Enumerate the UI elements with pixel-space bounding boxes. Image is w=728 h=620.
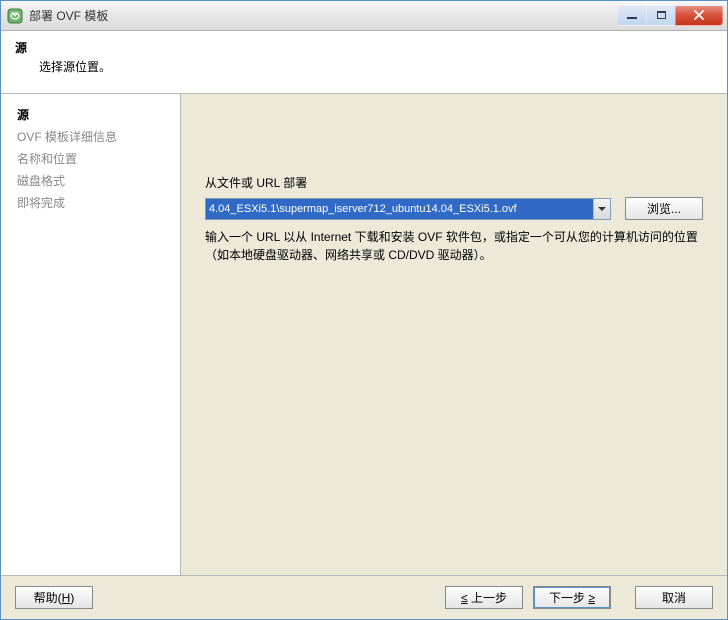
step-subtitle: 选择源位置。: [15, 58, 713, 75]
nav-step-source[interactable]: 源: [13, 104, 180, 126]
source-url-combobox[interactable]: 4.04_ESXi5.1\supermap_iserver712_ubuntu1…: [205, 198, 611, 220]
content-panel: 从文件或 URL 部署 4.04_ESXi5.1\supermap_iserve…: [181, 94, 727, 575]
main-area: 源 OVF 模板详细信息 名称和位置 磁盘格式 即将完成 从文件或 URL 部署…: [1, 94, 727, 575]
nav-step-disk-format[interactable]: 磁盘格式: [13, 170, 180, 192]
help-button[interactable]: 帮助(H): [15, 586, 93, 609]
wizard-steps-nav: 源 OVF 模板详细信息 名称和位置 磁盘格式 即将完成: [1, 94, 181, 575]
window-controls: [618, 6, 723, 26]
source-url-value[interactable]: 4.04_ESXi5.1\supermap_iserver712_ubuntu1…: [206, 199, 593, 219]
browse-button[interactable]: 浏览...: [625, 197, 703, 220]
nav-step-ready-complete[interactable]: 即将完成: [13, 192, 180, 214]
url-row: 4.04_ESXi5.1\supermap_iserver712_ubuntu1…: [205, 197, 703, 220]
chevron-down-icon: [598, 207, 606, 211]
wizard-footer: 帮助(H) ≤ 上一步 下一步 ≥ 取消: [1, 575, 727, 619]
wizard-header: 源 选择源位置。: [1, 31, 727, 94]
vsphere-icon: [7, 8, 23, 24]
titlebar[interactable]: 部署 OVF 模板: [1, 1, 727, 31]
nav-step-name-location[interactable]: 名称和位置: [13, 148, 180, 170]
source-help-text: 输入一个 URL 以从 Internet 下载和安装 OVF 软件包，或指定一个…: [205, 228, 703, 264]
cancel-button[interactable]: 取消: [635, 586, 713, 609]
source-url-dropdown-button[interactable]: [593, 199, 610, 219]
close-button[interactable]: [675, 6, 723, 26]
deploy-from-label: 从文件或 URL 部署: [205, 174, 703, 191]
back-button[interactable]: ≤ 上一步: [445, 586, 523, 609]
step-title: 源: [15, 39, 713, 56]
window-title: 部署 OVF 模板: [29, 7, 618, 24]
maximize-button[interactable]: [646, 6, 676, 26]
nav-step-ovf-details[interactable]: OVF 模板详细信息: [13, 126, 180, 148]
next-button[interactable]: 下一步 ≥: [533, 586, 611, 609]
minimize-button[interactable]: [617, 6, 647, 26]
deploy-ovf-window: 部署 OVF 模板 源 选择源位置。 源 OVF 模板详细信息 名称和位置 磁盘…: [0, 0, 728, 620]
